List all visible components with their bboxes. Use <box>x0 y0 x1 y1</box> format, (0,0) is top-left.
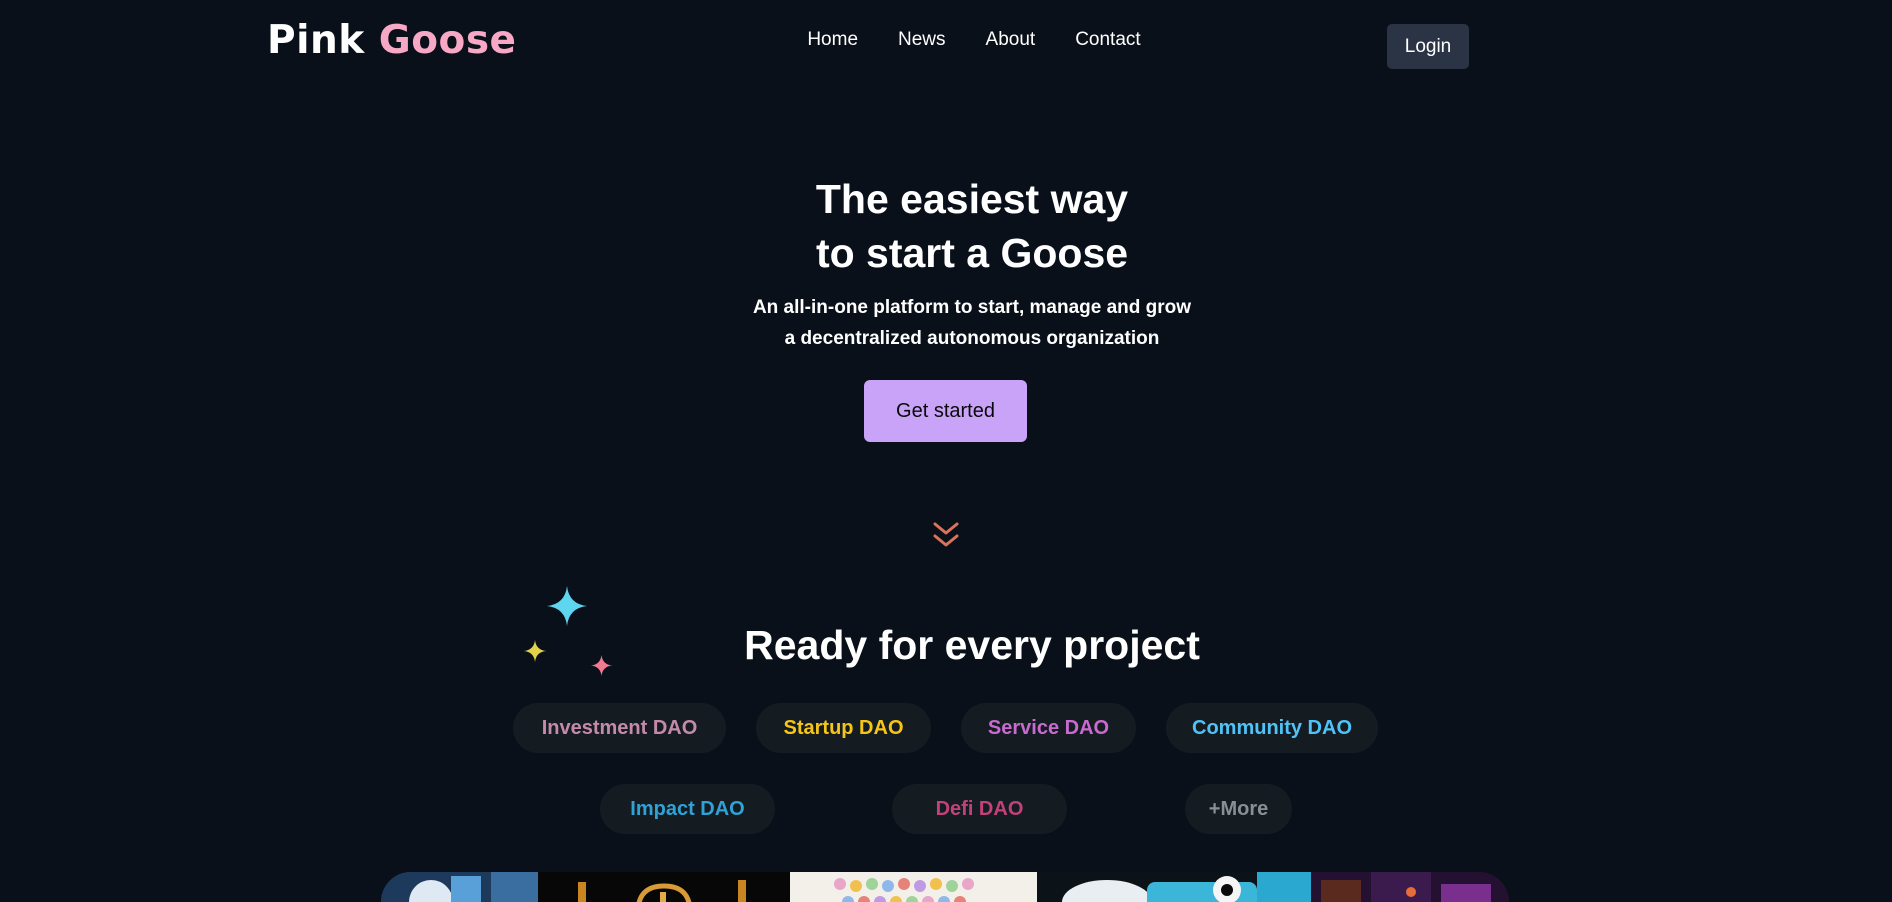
hero-title-line1: The easiest way <box>815 176 1129 222</box>
tag-impact-dao[interactable]: Impact DAO <box>600 784 775 834</box>
landing-page: Pink Goose Home News About Contact Login… <box>0 0 1892 902</box>
showcase-image-strip <box>381 872 1509 902</box>
hero-title: The easiest way to start a Goose <box>0 172 1892 280</box>
hero-subtitle-line2: a decentralized autonomous organization <box>784 328 1160 349</box>
showcase-image-2 <box>538 872 790 902</box>
section-title: Ready for every project <box>744 622 1200 668</box>
tag-service-dao[interactable]: Service DAO <box>961 703 1136 753</box>
hero-subtitle: An all-in-one platform to start, manage … <box>0 292 1892 354</box>
login-button[interactable]: Login <box>1387 24 1469 69</box>
tag-investment-dao[interactable]: Investment DAO <box>513 703 726 753</box>
showcase-image-4 <box>1037 872 1311 902</box>
get-started-button[interactable]: Get started <box>864 380 1027 442</box>
double-chevron-down-icon[interactable] <box>931 521 961 549</box>
sparkle-cyan-icon <box>547 586 587 626</box>
showcase-image-5 <box>1311 872 1509 902</box>
tag-startup-dao[interactable]: Startup DAO <box>756 703 931 753</box>
showcase-image-3 <box>790 872 1037 902</box>
nav-link-about[interactable]: About <box>986 29 1036 51</box>
tag-community-dao[interactable]: Community DAO <box>1166 703 1378 753</box>
nav-link-contact[interactable]: Contact <box>1075 29 1140 51</box>
showcase-image-1 <box>381 872 538 902</box>
tag-defi-dao[interactable]: Defi DAO <box>892 784 1067 834</box>
nav-link-home[interactable]: Home <box>807 29 858 51</box>
main-nav: Home News About Contact <box>0 29 1892 51</box>
hero-subtitle-line1: An all-in-one platform to start, manage … <box>752 297 1192 318</box>
hero-title-line2: to start a Goose <box>815 230 1129 276</box>
nav-link-news[interactable]: News <box>898 29 946 51</box>
tag-more[interactable]: +More <box>1185 784 1292 834</box>
